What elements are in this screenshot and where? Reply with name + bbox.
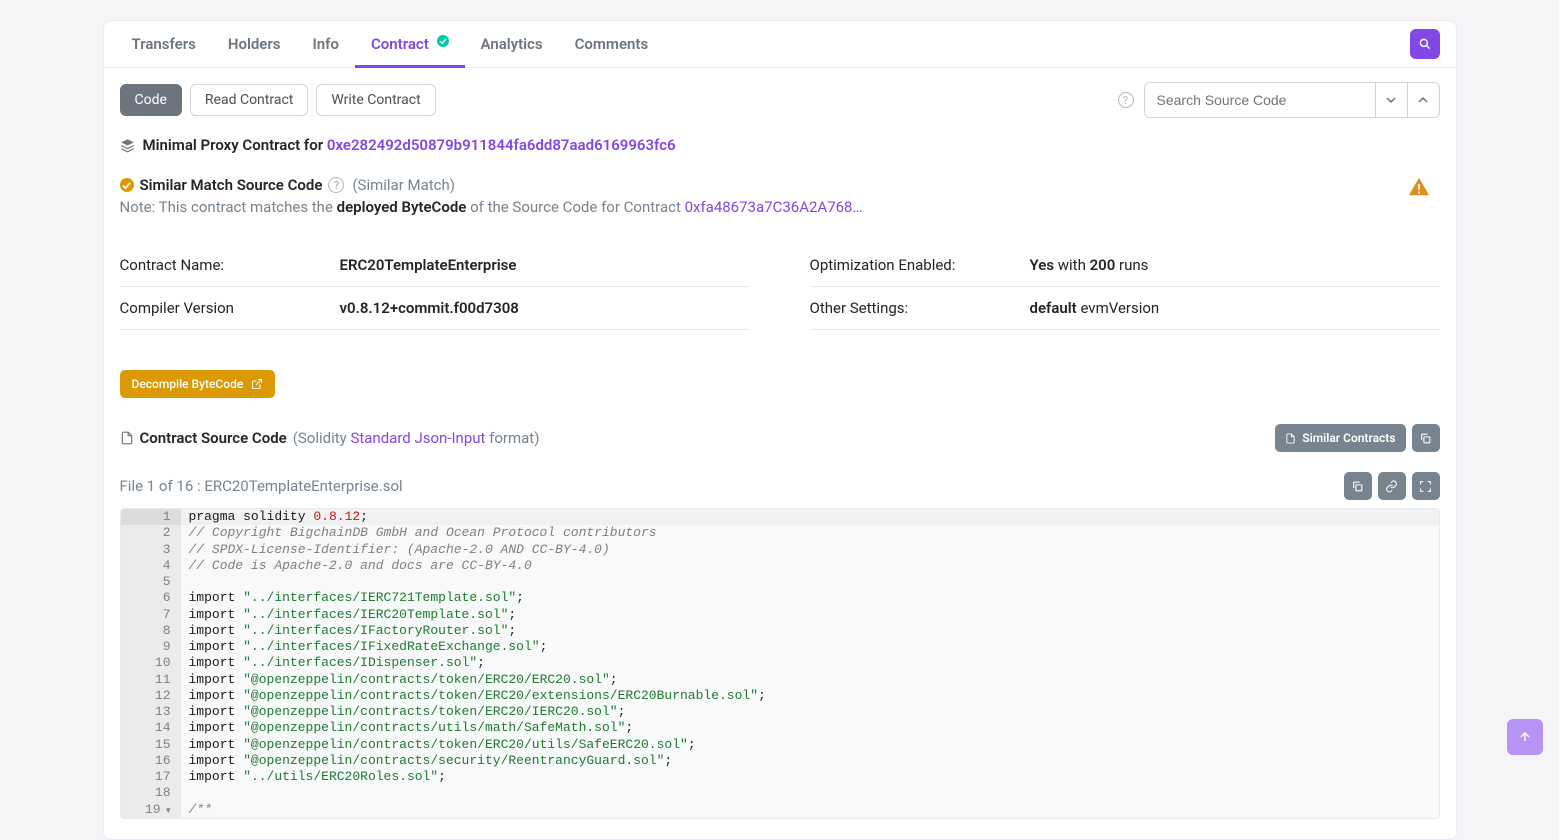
code-line[interactable]: 12import "@openzeppelin/contracts/token/… [121, 688, 1439, 704]
fullscreen-button[interactable] [1412, 472, 1440, 500]
code-line[interactable]: 14import "@openzeppelin/contracts/utils/… [121, 720, 1439, 736]
contract-name-value: ERC20TemplateEnterprise [340, 256, 517, 274]
compiler-row: Compiler Version v0.8.12+commit.f00d7308 [120, 287, 750, 330]
optimization-label: Optimization Enabled: [810, 256, 1030, 274]
check-circle-icon [120, 178, 134, 192]
tab-contract[interactable]: Contract [355, 21, 465, 67]
similar-contracts-button[interactable]: Similar Contracts [1275, 424, 1405, 452]
subtab-code[interactable]: Code [120, 84, 182, 116]
json-input-link[interactable]: Standard Json-Input [350, 429, 485, 447]
tab-contract-label: Contract [371, 35, 429, 53]
code-line[interactable]: 5 [121, 574, 1439, 590]
copy-all-button[interactable] [1412, 424, 1440, 452]
code-line[interactable]: 11import "@openzeppelin/contracts/token/… [121, 672, 1439, 688]
match-meta: (Similar Match) [352, 176, 455, 194]
help-icon[interactable]: ? [1118, 92, 1134, 108]
code-editor[interactable]: 1pragma solidity 0.8.12;2// Copyright Bi… [120, 508, 1440, 819]
subtab-write[interactable]: Write Contract [316, 84, 435, 116]
match-note: Note: This contract matches the deployed… [120, 198, 1408, 216]
code-line[interactable]: 8import "../interfaces/IFactoryRouter.so… [121, 623, 1439, 639]
tab-comments[interactable]: Comments [559, 21, 665, 67]
code-line[interactable]: 6import "../interfaces/IERC721Template.s… [121, 590, 1439, 606]
code-line[interactable]: 18 [121, 785, 1439, 801]
search-button[interactable] [1410, 29, 1440, 59]
layers-icon [120, 138, 135, 153]
proxy-address-link[interactable]: 0xe282492d50879b911844fa6dd87aad6169963f… [327, 136, 676, 154]
decompile-button[interactable]: Decompile ByteCode [120, 370, 276, 398]
code-line[interactable]: 17import "../utils/ERC20Roles.sol"; [121, 769, 1439, 785]
optimization-value: Yes with 200 runs [1030, 256, 1149, 274]
external-link-icon [251, 378, 263, 390]
subtab-read[interactable]: Read Contract [190, 84, 308, 116]
other-settings-row: Other Settings: default evmVersion [810, 287, 1440, 330]
warning-icon[interactable] [1408, 176, 1430, 202]
permalink-button[interactable] [1378, 472, 1406, 500]
other-settings-label: Other Settings: [810, 299, 1030, 317]
match-help-icon[interactable]: ? [328, 177, 344, 193]
main-tabs: Transfers Holders Info Contract Analytic… [104, 21, 1456, 68]
code-line[interactable]: 4// Code is Apache-2.0 and docs are CC-B… [121, 558, 1439, 574]
code-line[interactable]: 10import "../interfaces/IDispenser.sol"; [121, 655, 1439, 671]
proxy-info: Minimal Proxy Contract for 0xe282492d508… [120, 136, 1440, 154]
code-line[interactable]: 13import "@openzeppelin/contracts/token/… [121, 704, 1439, 720]
code-line[interactable]: 9import "../interfaces/IFixedRateExchang… [121, 639, 1439, 655]
file-icon [1285, 433, 1296, 444]
file-label: File 1 of 16 : ERC20TemplateEnterprise.s… [120, 477, 403, 495]
tab-analytics[interactable]: Analytics [465, 21, 559, 67]
source-code-meta: (Solidity Standard Json-Input format) [293, 429, 540, 447]
scroll-top-button[interactable] [1507, 719, 1543, 755]
verified-check-icon [437, 35, 449, 47]
code-line[interactable]: 7import "../interfaces/IERC20Template.so… [121, 607, 1439, 623]
code-line[interactable]: 15import "@openzeppelin/contracts/token/… [121, 737, 1439, 753]
tab-info[interactable]: Info [296, 21, 355, 67]
search-prev-button[interactable] [1407, 83, 1439, 117]
match-title: Similar Match Source Code [140, 176, 323, 194]
code-line[interactable]: 2// Copyright BigchainDB GmbH and Ocean … [121, 525, 1439, 541]
search-next-button[interactable] [1375, 83, 1407, 117]
match-address-link[interactable]: 0xfa48673a7C36A2A768… [685, 198, 863, 216]
proxy-label: Minimal Proxy Contract for 0xe282492d508… [143, 136, 676, 154]
optimization-row: Optimization Enabled: Yes with 200 runs [810, 244, 1440, 287]
contract-name-label: Contract Name: [120, 256, 340, 274]
copy-file-button[interactable] [1344, 472, 1372, 500]
source-search-group [1144, 82, 1440, 118]
contract-name-row: Contract Name: ERC20TemplateEnterprise [120, 244, 750, 287]
code-line[interactable]: 1pragma solidity 0.8.12; [121, 509, 1439, 525]
source-search-input[interactable] [1145, 83, 1375, 117]
compiler-label: Compiler Version [120, 299, 340, 317]
file-icon [120, 431, 134, 445]
tab-transfers[interactable]: Transfers [116, 21, 212, 67]
code-line[interactable]: 19 ▾/** [121, 802, 1439, 818]
compiler-value: v0.8.12+commit.f00d7308 [340, 299, 519, 317]
source-code-title: Contract Source Code [140, 429, 287, 447]
code-line[interactable]: 3// SPDX-License-Identifier: (Apache-2.0… [121, 542, 1439, 558]
other-settings-value: default evmVersion [1030, 299, 1160, 317]
code-line[interactable]: 16import "@openzeppelin/contracts/securi… [121, 753, 1439, 769]
tab-holders[interactable]: Holders [212, 21, 297, 67]
